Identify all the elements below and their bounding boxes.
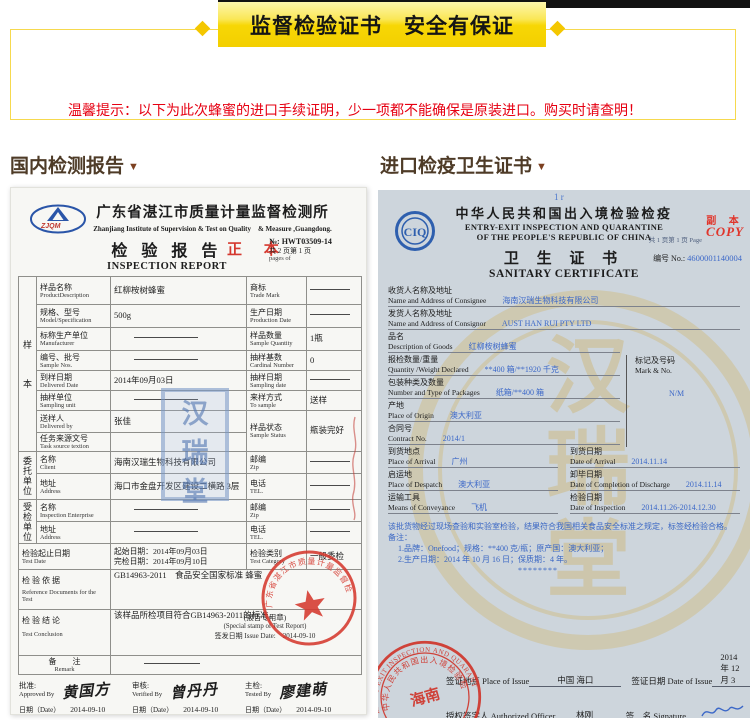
field-consignor: 发货人名称及地址 Name and Address of ConsignorAU… [388, 309, 740, 330]
signature-name: 曾丹丹 [169, 678, 219, 703]
table-row: 编号、批号Sample Nos. 抽样基数Cardinal Number 0 [19, 351, 362, 371]
certificate-no-value: 4600001140004 [687, 253, 742, 263]
signature-approved: 批准:Approved By 黄国方 日期（Date）2014-09-10 [19, 680, 132, 715]
ciq-logo-icon: CIQ [394, 210, 436, 252]
field-consignee: 收货人名称及地址 Name and Address of Consignee海南… [388, 286, 740, 307]
signature-name: 廖建萌 [278, 678, 328, 703]
report-header: ZJQM 广东省湛江市质量计量监督检测所 Zhanjiang Institute… [11, 188, 366, 273]
banner-title: 监督检验证书 安全有保证 [218, 2, 546, 47]
report-title-cn: 检 验 报 告 [107, 237, 227, 261]
svg-text:CIQ: CIQ [404, 225, 427, 239]
section-heading-import-label: 进口检疫卫生证书 [380, 156, 532, 177]
certificate-title-en: SANITARY CERTIFICATE [378, 268, 750, 280]
field-origin: 产地 Place of Origin澳大利亚 [388, 401, 620, 422]
report-pages-cn: 共 2 页第 1 页 [269, 247, 361, 255]
report-number-block: №: HWT03509-14 共 2 页第 1 页 pages of [269, 238, 361, 263]
svg-text:海南: 海南 [408, 685, 442, 711]
certificate-number: 编号 No.: 4600001140004 [653, 253, 742, 264]
group-label-inspected: 受检单位 [19, 500, 37, 544]
mark-value: N/M [669, 389, 740, 398]
report-no-value: HWT03509-14 [282, 237, 332, 246]
officer-signature [686, 703, 750, 718]
table-row: 地址Address 电话TEL. [19, 522, 362, 544]
chevron-down-icon: ▼ [128, 161, 139, 173]
certificate-header: CIQ 中华人民共和国出入境检验检疫 ENTRY-EXIT INSPECTION… [378, 190, 750, 280]
signature-verified: 审核:Verified By 曾丹丹 日期（Date）2014-09-10 [132, 680, 245, 715]
report-no-label: №: [269, 237, 280, 246]
field-inspection-date: 检验日期 Date of Inspection2014.11.26-2014.1… [570, 493, 740, 514]
report-pages-en: pages of [269, 255, 361, 263]
row-label-en: ProductDescription [40, 292, 107, 299]
field-quantity: 报检数量/重量 Quantity /Weight Declared**400 箱… [388, 355, 620, 376]
row-label-en: Trade Mark [250, 292, 303, 299]
certificate-pages: 共 1 页第 1 页 Page [649, 234, 702, 244]
date-of-issue-label: 签证日期 Date of Issue [631, 675, 712, 687]
test-start-date: 起始日期：2014年09月03日 [114, 547, 243, 557]
field-despatch-place: 启运地 Place of Despatch澳大利亚 [388, 470, 558, 491]
report-signatures: 批准:Approved By 黄国方 日期（Date）2014-09-10 审核… [19, 680, 358, 715]
test-end-date: 完检日期：2014年09月10日 [114, 557, 243, 567]
side-label-sample: 样本 [19, 277, 37, 452]
mark-and-no-box: 标记及号码 Mark & No. N/M [626, 355, 740, 447]
inspection-result-text: 该批货物经过现场查验和实验室检验，结果符合我国相关食品安全标准之规定，标签经检验… [388, 521, 740, 576]
certificate-body: 收货人名称及地址 Name and Address of Consignee海南… [388, 286, 740, 576]
red-round-stamp-icon: 广东省湛江市质量计量监督检测所 [250, 539, 369, 658]
field-discharge-date: 卸毕日期 Date of Completion of Discharge2014… [570, 470, 740, 491]
table-row: 规格、型号Model/Specification 500g 生产日期Produc… [19, 305, 362, 328]
signature-label: 签 名 Signature [626, 710, 686, 718]
row-value [307, 277, 362, 305]
copy-mark: 副 本 COPY [706, 212, 744, 240]
row-label-cn: 样品名称 [40, 283, 107, 292]
authorized-officer-value: 林刚 [555, 709, 613, 718]
section-heading-domestic-label: 国内检测报告 [10, 156, 124, 177]
place-of-issue-value: 中国 海口 [529, 674, 621, 687]
field-goods: 品名 Description of Goods红柳桉树蜂蜜 [388, 332, 740, 353]
sanitary-certificate-document: 汉瑞堂 1 r CIQ 中华人民共和国出入境检验检疫 ENTRY-EXIT IN… [378, 190, 750, 718]
zjqm-logo-icon: ZJQM [29, 203, 87, 235]
handwritten-signature-icon [700, 703, 746, 718]
certificate-no-label: 编号 No.: [653, 254, 685, 263]
field-conveyance: 运输工具 Means of Conveyance飞机 [388, 493, 558, 514]
tip-text: 温馨提示：以下为此次蜂蜜的进口手续证明，少一项都不能确保是原装进口。购买时请查明… [68, 100, 642, 120]
section-heading-domestic[interactable]: 国内检测报告 ▼ [10, 151, 139, 178]
copy-mark-en: COPY [706, 224, 744, 240]
group-label-client: 委托单位 [19, 452, 37, 500]
company-seal-watermark: 汉瑞堂 [161, 388, 229, 501]
field-arrival-date: 到货日期 Date of Arrival2014.11.14 [570, 447, 740, 468]
red-margin-scrawl [347, 413, 363, 523]
chevron-down-icon: ▼ [536, 161, 547, 173]
row-value: 红柳桉树蜂蜜 [111, 277, 247, 305]
table-row: 样本 样品名称ProductDescription 红柳桉树蜂蜜 商标Trade… [19, 277, 362, 305]
table-row: 标称生产单位Manufacturer 样品数量Sample Quantity 1… [19, 328, 362, 351]
section-heading-import[interactable]: 进口检疫卫生证书 ▼ [380, 151, 547, 178]
signature-tested: 主检:Tested By 廖建萌 日期（Date）2014-09-10 [245, 680, 358, 715]
row-label-cn: 商标 [250, 283, 303, 292]
field-arrival-place: 到货地点 Place of Arrival广州 [388, 447, 558, 468]
svg-text:ZJQM: ZJQM [40, 223, 61, 230]
field-packages: 包装种类及数量 Number and Type of Packages纸箱/**… [388, 378, 620, 399]
field-contract: 合同号 Contract No.2014/1 [388, 424, 620, 445]
signature-name: 黄国方 [61, 678, 111, 703]
date-of-issue-value: 2014 年 12 月 3 [712, 652, 750, 687]
issue-block: 签证地点 Place of Issue 中国 海口 签证日期 Date of I… [446, 652, 750, 718]
report-title-en: INSPECTION REPORT [107, 261, 227, 272]
inspection-report-document: ZJQM 广东省湛江市质量计量监督检测所 Zhanjiang Institute… [10, 187, 367, 715]
table-row: 备 注Remark [19, 656, 362, 675]
banner-title-text: 监督检验证书 安全有保证 [250, 10, 514, 40]
